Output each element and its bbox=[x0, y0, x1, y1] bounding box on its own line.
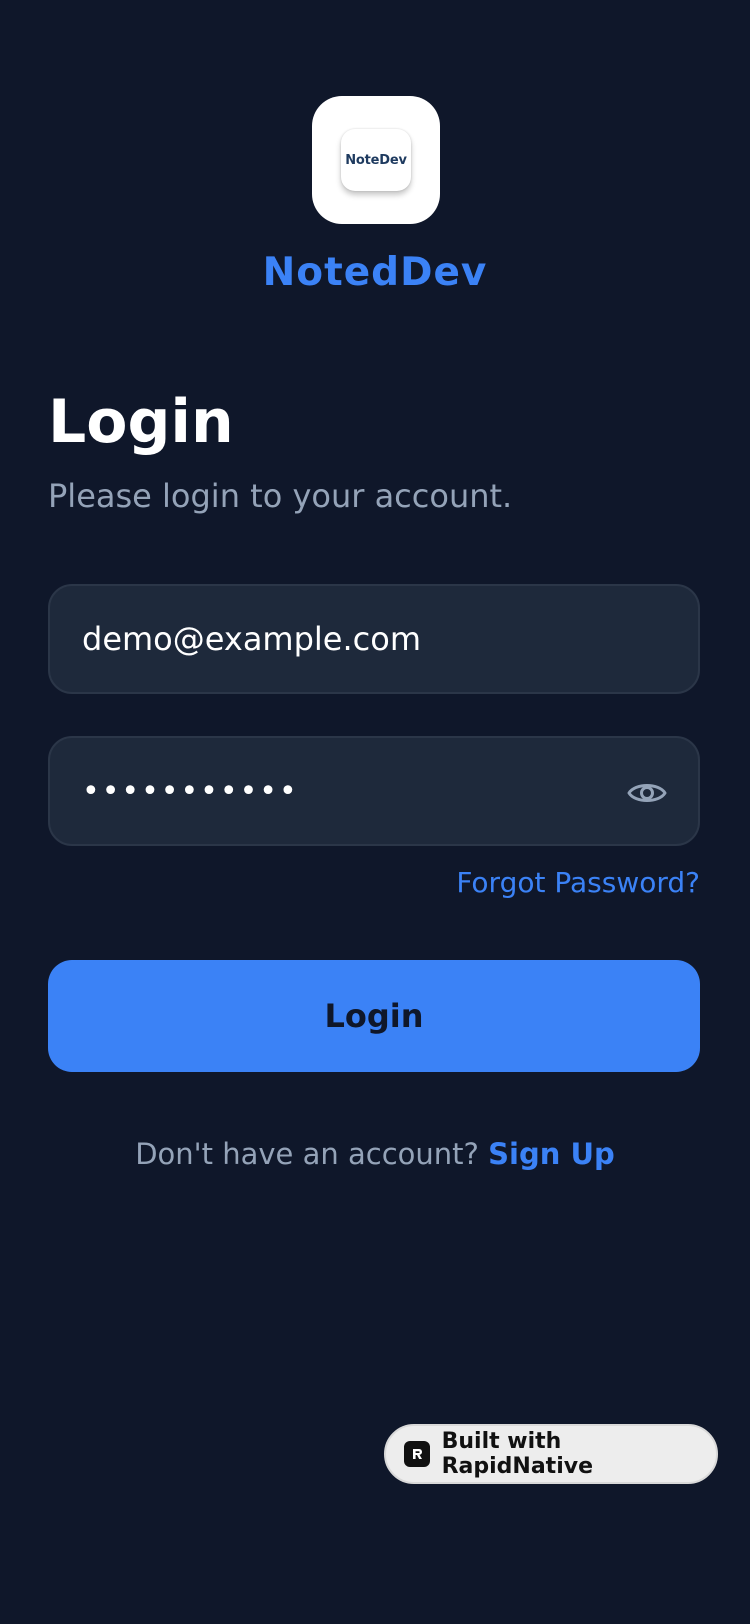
login-button[interactable]: Login bbox=[48, 960, 700, 1072]
signup-prompt-text: Don't have an account? bbox=[135, 1137, 479, 1171]
app-logo-mark: NoteDev bbox=[341, 129, 411, 191]
password-field[interactable] bbox=[50, 738, 698, 844]
app-logo: NoteDev bbox=[312, 96, 440, 224]
badge-label: Built with RapidNative bbox=[441, 1429, 593, 1479]
signup-prompt-row: Don't have an account? Sign Up bbox=[0, 1137, 750, 1171]
rapidnative-logo-glyph bbox=[412, 1449, 422, 1459]
email-field-container bbox=[48, 584, 700, 694]
email-field[interactable] bbox=[50, 586, 698, 692]
password-field-container bbox=[48, 736, 700, 846]
rapidnative-logo-icon bbox=[404, 1441, 430, 1467]
page-title: Login bbox=[48, 387, 234, 457]
built-with-badge[interactable]: Built with RapidNative bbox=[384, 1424, 718, 1484]
sign-up-link[interactable]: Sign Up bbox=[488, 1137, 615, 1171]
brand-name: NotedDev bbox=[262, 250, 488, 295]
page-subtitle: Please login to your account. bbox=[48, 477, 513, 515]
eye-icon-glyph bbox=[627, 784, 667, 802]
forgot-password-link[interactable]: Forgot Password? bbox=[456, 866, 700, 899]
app-logo-text: NoteDev bbox=[345, 152, 407, 168]
eye-icon[interactable] bbox=[626, 772, 668, 814]
